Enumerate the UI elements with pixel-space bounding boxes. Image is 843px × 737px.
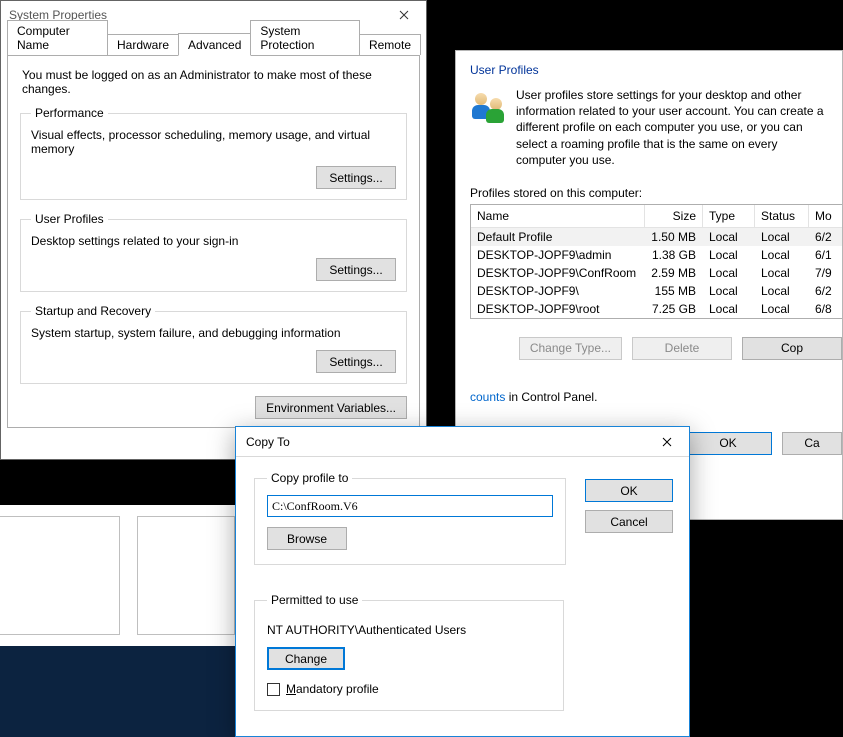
userprofiles-settings-button[interactable]: Settings... xyxy=(316,258,396,281)
group-permitted-to-use: Permitted to use NT AUTHORITY\Authentica… xyxy=(254,593,564,711)
profile-path-input[interactable] xyxy=(267,495,553,517)
background-panel xyxy=(0,516,120,635)
table-row[interactable]: DESKTOP-JOPF9\root 7.25 GB Local Local 6… xyxy=(471,300,843,318)
browse-button[interactable]: Browse xyxy=(267,527,347,550)
checkbox-label: Mandatory profile xyxy=(286,682,379,696)
col-type[interactable]: Type xyxy=(703,205,755,228)
copy-to-dialog: Copy To Copy profile to Browse Permitted… xyxy=(235,426,690,737)
background-panel xyxy=(137,516,235,635)
user-profiles-description: User profiles store settings for your de… xyxy=(516,87,828,168)
close-icon[interactable] xyxy=(382,1,426,29)
tab-remote[interactable]: Remote xyxy=(359,34,421,55)
group-legend: Startup and Recovery xyxy=(31,304,155,318)
user-accounts-link[interactable]: counts xyxy=(470,390,505,404)
close-icon[interactable] xyxy=(645,427,689,457)
group-description: System startup, system failure, and debu… xyxy=(31,326,396,340)
table-row[interactable]: DESKTOP-JOPF9\admin 1.38 GB Local Local … xyxy=(471,246,843,264)
cancel-button[interactable]: Ca xyxy=(782,432,842,455)
copy-to-button[interactable]: Cop xyxy=(742,337,842,360)
group-startup-recovery: Startup and Recovery System startup, sys… xyxy=(20,304,407,384)
group-legend: Permitted to use xyxy=(267,593,362,607)
change-button[interactable]: Change xyxy=(267,647,345,670)
environment-variables-button[interactable]: Environment Variables... xyxy=(255,396,407,419)
table-header: Name Size Type Status Mo xyxy=(471,205,843,228)
mandatory-profile-checkbox[interactable]: Mandatory profile xyxy=(267,682,551,696)
ok-button[interactable]: OK xyxy=(585,479,673,502)
user-accounts-note: counts in Control Panel. xyxy=(456,360,842,404)
delete-button: Delete xyxy=(632,337,732,360)
tab-advanced[interactable]: Advanced xyxy=(178,33,251,56)
cancel-button[interactable]: Cancel xyxy=(585,510,673,533)
startup-settings-button[interactable]: Settings... xyxy=(316,350,396,373)
group-legend: User Profiles xyxy=(31,212,108,226)
tabstrip: Computer Name Hardware Advanced System P… xyxy=(7,33,420,55)
system-properties-window: System Properties Computer Name Hardware… xyxy=(0,0,427,460)
titlebar: Copy To xyxy=(236,427,689,457)
col-name[interactable]: Name xyxy=(471,205,645,228)
col-modified[interactable]: Mo xyxy=(809,205,843,228)
profiles-button-row: Change Type... Delete Cop xyxy=(456,319,842,360)
permitted-user: NT AUTHORITY\Authenticated Users xyxy=(267,623,551,637)
background-strip xyxy=(0,646,235,737)
performance-settings-button[interactable]: Settings... xyxy=(316,166,396,189)
table-row[interactable]: Default Profile 1.50 MB Local Local 6/2 xyxy=(471,228,843,246)
group-user-profiles: User Profiles Desktop settings related t… xyxy=(20,212,407,292)
tab-hardware[interactable]: Hardware xyxy=(107,34,179,55)
group-description: Visual effects, processor scheduling, me… xyxy=(31,128,396,156)
admin-note: You must be logged on as an Administrato… xyxy=(22,68,407,96)
table-row[interactable]: DESKTOP-JOPF9\ 155 MB Local Local 6/2 xyxy=(471,282,843,300)
col-status[interactable]: Status xyxy=(755,205,809,228)
window-title: User Profiles xyxy=(456,51,842,87)
profiles-table[interactable]: Name Size Type Status Mo Default Profile… xyxy=(470,204,843,319)
checkbox-icon[interactable] xyxy=(267,683,280,696)
group-legend: Performance xyxy=(31,106,108,120)
group-copy-profile-to: Copy profile to Browse xyxy=(254,471,566,565)
group-performance: Performance Visual effects, processor sc… xyxy=(20,106,407,200)
ok-button[interactable]: OK xyxy=(684,432,772,455)
group-description: Desktop settings related to your sign-in xyxy=(31,234,396,248)
change-type-button: Change Type... xyxy=(519,337,622,360)
users-icon xyxy=(472,91,506,125)
tab-system-protection[interactable]: System Protection xyxy=(250,20,360,55)
table-row[interactable]: DESKTOP-JOPF9\ConfRoom 2.59 MB Local Loc… xyxy=(471,264,843,282)
window-title: Copy To xyxy=(246,435,645,449)
tab-computer-name[interactable]: Computer Name xyxy=(7,20,108,55)
stored-label: Profiles stored on this computer: xyxy=(456,168,842,204)
col-size[interactable]: Size xyxy=(645,205,703,228)
group-legend: Copy profile to xyxy=(267,471,352,485)
tab-body-advanced: You must be logged on as an Administrato… xyxy=(7,55,420,428)
